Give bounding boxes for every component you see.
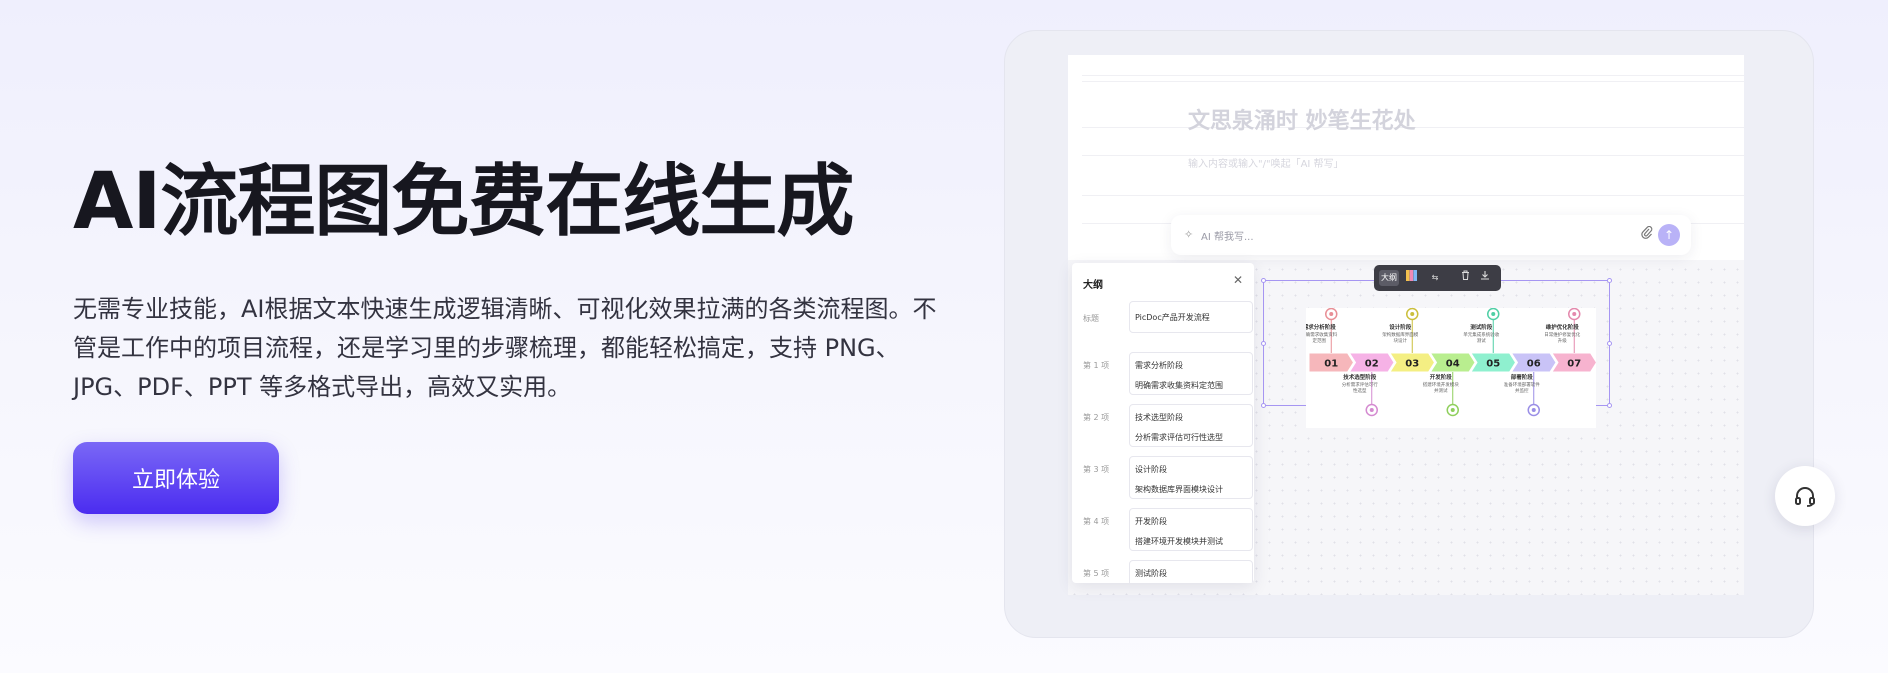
customer-support-button[interactable] [1775,466,1835,526]
hero-description: 无需专业技能，AI根据文本快速生成逻辑清晰、可视化效果拉满的各类流程图。不管是工… [73,295,937,401]
headset-icon [1793,486,1817,507]
flow-step-desc: 单元集成系统验收 [1463,331,1499,338]
flow-step-icon-dot [1531,408,1536,412]
flow-step-title: 维护优化阶段 [1546,323,1580,331]
flow-step-icon-dot [1491,312,1496,316]
ai-input-placeholder: AI 帮我写... [1201,232,1254,243]
resize-handle[interactable] [1261,403,1266,408]
flow-step-desc: 准备环境部署软件 [1504,381,1540,388]
close-icon[interactable]: ✕ [1233,273,1243,287]
resize-handle[interactable] [1607,341,1612,346]
outline-title-input[interactable]: PicDoc产品开发流程 [1129,301,1253,333]
flow-step-desc: 搭建环境开发模块 [1423,381,1459,388]
flow-step-number: 04 [1446,359,1460,370]
outline-item-box[interactable]: 开发阶段 搭建环境开发模块并测试 [1129,508,1253,551]
resize-handle[interactable] [1261,341,1266,346]
document-hint: 输入内容或输入"/"唤起「AI 帮写」 [1188,159,1344,170]
hero-title: AI流程图免费在线生成 [73,157,854,247]
flow-step-icon-dot [1450,408,1455,412]
flow-step-desc: 定范围 [1313,337,1327,344]
paperclip-icon[interactable] [1641,225,1653,243]
resize-handle[interactable] [1261,278,1266,283]
process-flowchart: 01 需求分析阶段明确需求收集资料定范围 02 技术选型阶段分析需求评估可行性选型 03… [1306,308,1596,428]
document-heading: 文思泉涌时 妙笔生花处 [1188,109,1416,134]
flow-step-title: 技术选型阶段 [1343,373,1377,381]
resize-handle[interactable] [1607,278,1612,283]
flow-step-desc: 块设计 [1394,337,1408,344]
flow-step-title: 部署阶段 [1511,373,1534,381]
flow-step-desc: 架构数据库界面模 [1382,331,1418,338]
ai-write-input[interactable]: ✧ AI 帮我写... ↑ [1171,215,1691,255]
flow-step-title: 设计阶段 [1389,323,1412,331]
flow-step-desc: 性选型 [1353,387,1367,394]
editor-canvas: 文思泉涌时 妙笔生花处 输入内容或输入"/"唤起「AI 帮写」 ✧ AI 帮我写… [1068,55,1744,595]
flow-step-desc: 明确需求收集资料 [1306,331,1338,338]
flow-step-icon-dot [1572,312,1577,316]
flow-step-desc: 升级 [1558,337,1567,344]
trash-icon[interactable] [1458,270,1472,286]
download-icon[interactable] [1478,270,1492,286]
outline-item-box[interactable]: 设计阶段 架构数据库界面模块设计 [1129,456,1253,499]
layout-switch-icon[interactable]: ⇆ [1428,270,1442,286]
outline-item-box[interactable]: 需求分析阶段 明确需求收集资料定范围 [1129,352,1253,395]
flow-step-desc: 测试 [1477,337,1486,344]
outline-item-box[interactable]: 测试阶段 [1129,560,1253,583]
product-preview: 文思泉涌时 妙笔生花处 输入内容或输入"/"唤起「AI 帮写」 ✧ AI 帮我写… [1004,30,1814,638]
flow-step-desc: 并测试 [1434,387,1448,394]
flow-step-number: 07 [1567,359,1581,370]
send-icon[interactable]: ↑ [1658,224,1680,246]
resize-handle[interactable] [1607,403,1612,408]
flow-step-title: 测试阶段 [1470,323,1493,331]
diagram-toolbar: 大纲 ⇆ [1374,265,1501,291]
flow-step-desc: 日常维护修复优化 [1544,331,1580,338]
outline-toggle-button[interactable]: 大纲 [1379,270,1399,286]
palette-icon[interactable] [1404,270,1418,286]
flow-step-icon-dot [1369,408,1374,412]
outline-panel: 大纲 ✕ 标题 PicDoc产品开发流程 第 1 项 需求分析阶段 明确需求收集… [1072,263,1254,583]
flow-step-number: 01 [1324,359,1338,370]
try-now-button[interactable]: 立即体验 [73,442,279,514]
flow-step-icon-dot [1410,312,1415,316]
flow-step-desc: 分析需求评估可行 [1342,381,1378,388]
outline-title-value: PicDoc产品开发流程 [1135,313,1210,322]
flow-step-icon-dot [1329,312,1334,316]
sparkle-icon: ✧ [1184,228,1194,241]
flow-step-desc: 并监控 [1515,387,1529,394]
flow-step-number: 06 [1527,359,1541,370]
flow-step-title: 开发阶段 [1430,373,1453,381]
flow-step-number: 02 [1365,359,1379,370]
outline-item-box[interactable]: 技术选型阶段 分析需求评估可行性选型 [1129,404,1253,447]
flow-step-title: 需求分析阶段 [1306,323,1336,331]
outline-title-label: 标题 [1083,314,1099,323]
outline-title: 大纲 [1083,280,1103,291]
flow-step-number: 05 [1486,359,1500,370]
flow-step-number: 03 [1405,359,1419,370]
